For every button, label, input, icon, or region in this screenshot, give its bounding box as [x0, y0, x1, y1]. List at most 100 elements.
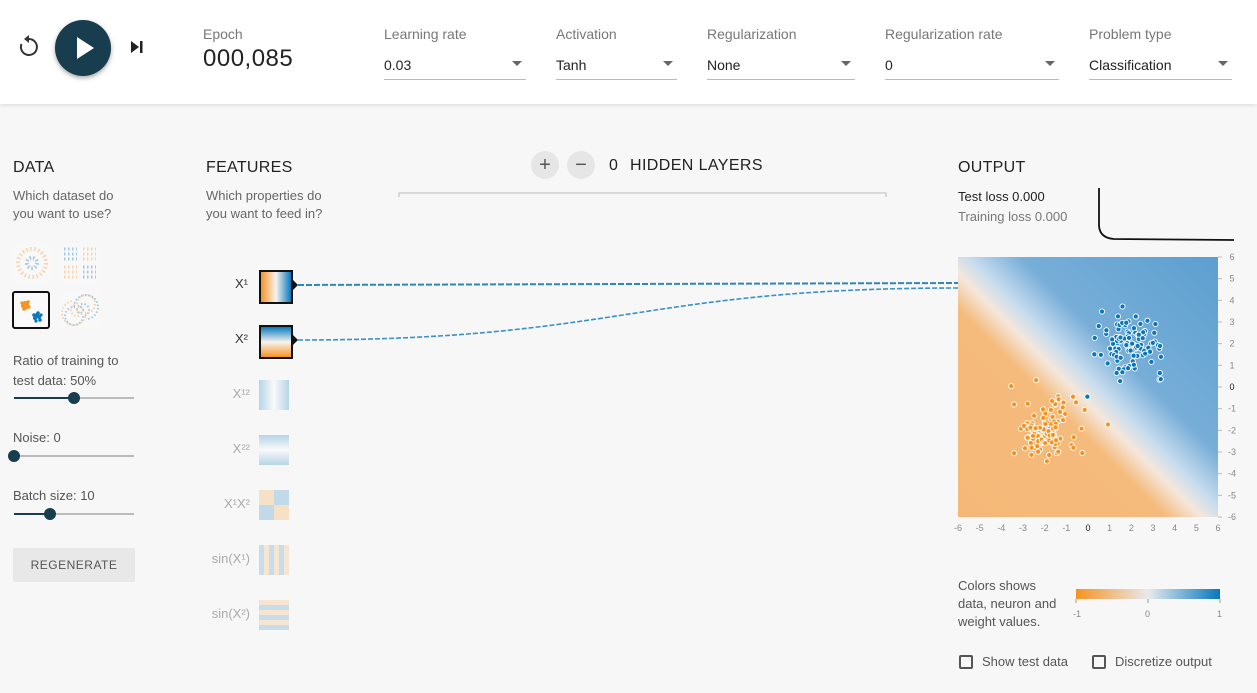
data-point-blue	[1127, 347, 1134, 354]
data-point-blue	[1104, 360, 1111, 367]
link-x1-output[interactable]	[297, 282, 959, 286]
data-point-blue	[1142, 350, 1149, 357]
data-point-blue	[1123, 319, 1130, 326]
legend-text-line: weight values.	[958, 614, 1041, 629]
data-point-blue	[1132, 313, 1139, 320]
data-point-orange	[1047, 406, 1054, 413]
data-point-blue	[1144, 317, 1151, 324]
data-point-orange	[1072, 399, 1080, 406]
x-tick-label: 3	[1150, 523, 1155, 533]
data-point-orange	[1011, 450, 1018, 457]
data-point-orange	[1079, 449, 1086, 457]
data-point-orange	[1055, 396, 1062, 403]
data-point-blue	[1124, 365, 1132, 372]
y-tick-label: 5	[1229, 274, 1234, 284]
x-tick-label: -6	[954, 523, 962, 533]
data-point-orange	[1042, 420, 1049, 427]
data-point-orange	[1062, 410, 1069, 417]
data-point-blue	[1114, 313, 1122, 320]
data-point-blue	[1091, 334, 1098, 341]
data-point-orange	[1046, 451, 1053, 459]
data-point-blue	[1135, 331, 1142, 338]
data-point-orange	[1024, 400, 1031, 407]
data-point-blue	[1119, 303, 1126, 310]
data-point-blue	[1107, 345, 1114, 352]
link-x2-output[interactable]	[297, 287, 959, 341]
x-tick-label: -2	[1041, 523, 1049, 533]
data-point-blue	[1119, 369, 1126, 376]
data-point-orange	[1024, 434, 1031, 441]
show-test-data-label: Show test data	[982, 654, 1068, 669]
data-point-blue	[1103, 327, 1110, 334]
data-point-orange	[1043, 458, 1051, 465]
data-point-orange	[1028, 451, 1035, 458]
data-point-blue	[1098, 308, 1106, 315]
legend-text-line: Colors shows	[958, 578, 1037, 593]
y-axis-ticks: -6 -5 -4 -3 -2 -1 0 1 2 3 4 5 6	[1218, 252, 1236, 522]
y-tick-label: -6	[1228, 512, 1236, 522]
y-tick-label: -1	[1228, 404, 1236, 414]
x-tick-label: 5	[1194, 523, 1199, 533]
data-point-orange	[1033, 377, 1040, 384]
legend-text-line: data, neuron and	[958, 596, 1057, 611]
data-point-orange	[1020, 422, 1027, 429]
scale-mid-label: 0	[1145, 609, 1150, 619]
data-point-blue	[1095, 323, 1102, 330]
data-point-orange	[1039, 406, 1047, 413]
x-tick-label: 0	[1085, 523, 1090, 533]
discretize-output-label: Discretize output	[1115, 654, 1212, 669]
data-point-orange	[1059, 417, 1067, 424]
data-point-orange	[1011, 401, 1018, 408]
data-point-blue	[1130, 325, 1137, 332]
data-point-orange	[1040, 414, 1047, 421]
data-point-blue	[1091, 351, 1098, 358]
x-tick-label: 1	[1107, 523, 1112, 533]
data-point-blue	[1137, 320, 1144, 327]
data-point-orange	[1070, 434, 1077, 441]
training-loss: Training loss 0.000	[958, 209, 1068, 224]
y-tick-label: 0	[1229, 382, 1234, 392]
y-tick-label: 4	[1229, 295, 1234, 305]
data-point-blue	[1157, 353, 1165, 360]
data-point-blue	[1117, 334, 1124, 341]
data-point-blue	[1134, 342, 1141, 350]
test-loss: Test loss 0.000	[958, 189, 1045, 204]
data-point-blue	[1156, 342, 1164, 349]
data-point-blue	[1149, 339, 1156, 346]
x-tick-label: 4	[1172, 523, 1177, 533]
data-point-orange	[1104, 421, 1111, 428]
data-point-orange	[1070, 444, 1077, 451]
output-decision-plot: -6 -5 -4 -3 -2 -1 0 1 2 3 4 5 6 -6 -5 -4 -3 -2 -1 0 1 2 3 4 5 6	[954, 252, 1236, 533]
discretize-output-checkbox[interactable]	[1092, 655, 1106, 669]
x-tick-label: 6	[1215, 523, 1220, 533]
data-point-orange	[1034, 443, 1041, 450]
x-tick-label: -4	[997, 523, 1005, 533]
scale-min-label: -1	[1073, 609, 1081, 619]
show-test-data-checkbox[interactable]	[959, 655, 973, 669]
data-point-orange	[1031, 412, 1038, 419]
data-point-orange	[1069, 393, 1077, 400]
x-tick-label: 2	[1129, 523, 1134, 533]
data-point-blue	[1125, 334, 1133, 341]
data-point-orange	[1052, 424, 1059, 431]
y-tick-label: -2	[1228, 425, 1236, 435]
color-scale-bar: -1 0 1	[1073, 589, 1222, 619]
y-tick-label: -4	[1228, 469, 1236, 479]
data-point-orange	[1078, 425, 1085, 432]
data-point-orange	[1035, 448, 1042, 455]
data-point-blue	[1130, 352, 1137, 359]
color-legend-text: Colors shows data, neuron and weight val…	[958, 577, 1068, 631]
output-title: OUTPUT	[958, 159, 1026, 176]
y-tick-label: 1	[1229, 360, 1234, 370]
x-tick-label: -3	[1019, 523, 1027, 533]
color-scale-gradient	[1076, 589, 1220, 599]
y-tick-label: 2	[1229, 339, 1234, 349]
loss-curve-chart	[1098, 188, 1235, 241]
y-tick-label: -3	[1228, 447, 1236, 457]
scale-max-label: 1	[1217, 609, 1222, 619]
data-point-orange	[1049, 431, 1056, 438]
x-tick-label: -5	[976, 523, 984, 533]
data-point-blue	[1084, 393, 1091, 400]
data-point-orange	[1059, 404, 1066, 411]
data-point-blue	[1117, 354, 1124, 361]
